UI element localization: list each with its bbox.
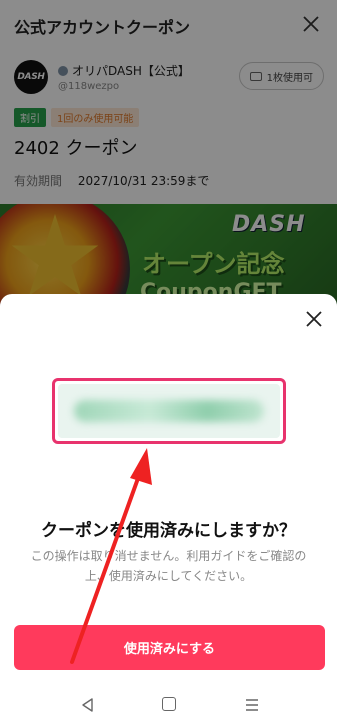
sheet-heading: クーポンを使用済みにしますか？ <box>41 521 296 541</box>
coupon-code-highlight <box>52 378 286 444</box>
nav-menu-icon[interactable] <box>244 697 260 713</box>
nav-home-icon[interactable] <box>162 697 176 711</box>
sheet-description: この操作は取り消せません。利用ガイドをご確認の上、使用済みにしてください。 <box>30 549 307 583</box>
close-icon[interactable] <box>303 308 325 330</box>
nav-back-icon[interactable] <box>80 697 96 713</box>
confirm-sheet: クーポンを使用済みにしますか？ この操作は取り消せません。利用ガイドをご確認の上… <box>0 294 337 725</box>
coupon-page: 公式アカウントクーポン DASH オリパDASH【公式】 @118wezpo 1… <box>0 0 337 725</box>
mark-used-button[interactable]: 使用済みにする <box>14 625 325 670</box>
system-nav-bar <box>0 685 337 725</box>
